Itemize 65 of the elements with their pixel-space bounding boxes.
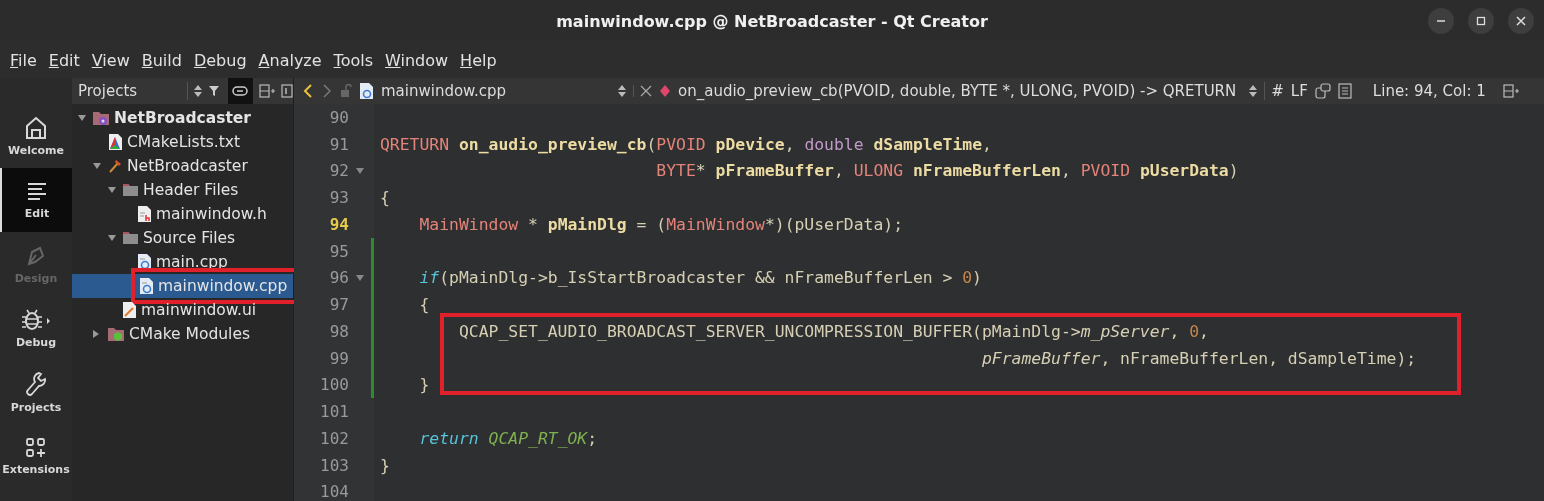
menu-item[interactable]: Analyze bbox=[252, 50, 328, 70]
line-number: 99 bbox=[329, 348, 349, 368]
line-number: 95 bbox=[329, 241, 349, 261]
line-number: 92 bbox=[329, 161, 349, 181]
code-line: if(pMainDlg->b_IsStartBroadcaster && nFrameBufferLen > 0) bbox=[418, 268, 982, 288]
tree-item[interactable]: mainwindow.ui bbox=[72, 298, 293, 322]
tree-label: main.cpp bbox=[156, 253, 228, 271]
line-number: 97 bbox=[329, 295, 349, 315]
tree-label: CMake Modules bbox=[129, 325, 251, 343]
tree-label: mainwindow.h bbox=[156, 205, 267, 223]
line-number: 100 bbox=[320, 375, 349, 395]
mode-button[interactable]: Extensions bbox=[0, 424, 72, 488]
code-line: MainWindow * pMainDlg = (MainWindow*)(pUserData); bbox=[418, 214, 904, 234]
code-line: { bbox=[418, 295, 430, 315]
line-number: 91 bbox=[329, 134, 349, 154]
encoding-button[interactable]: # bbox=[1264, 82, 1284, 100]
line-ending-button[interactable]: LF bbox=[1290, 82, 1308, 100]
code-line: return QCAP_RT_OK; bbox=[418, 428, 598, 448]
tree-item[interactable]: NetBroadcaster bbox=[72, 106, 293, 130]
window-title: mainwindow.cpp @ NetBroadcaster - Qt Creator bbox=[556, 11, 988, 31]
symbol-selector[interactable]: on_audio_preview_cb(PVOID, double, BYTE *, ULONG, PVOID) -> QRETURN bbox=[678, 82, 1237, 100]
tree-label: CMakeLists.txt bbox=[127, 133, 241, 151]
code-line: QCAP_SET_AUDIO_BROADCAST_SERVER_UNCOMPRESSION_BUFFER(pMainDlg->m_pServer, 0, bbox=[457, 321, 1209, 341]
tree-item[interactable]: CMake Modules bbox=[72, 322, 293, 346]
line-number: 104 bbox=[320, 482, 349, 501]
line-number: 98 bbox=[329, 321, 349, 341]
menu-item[interactable]: Window bbox=[379, 50, 455, 70]
menu-item[interactable]: Build bbox=[135, 50, 188, 70]
tree-item[interactable]: main.cpp bbox=[72, 250, 293, 274]
menu-item[interactable]: File bbox=[4, 50, 43, 70]
tree-item[interactable]: Source Files bbox=[72, 226, 293, 250]
menu-item[interactable]: Help bbox=[454, 50, 503, 70]
tree-label: NetBroadcaster bbox=[114, 109, 251, 127]
tree-label: mainwindow.ui bbox=[141, 301, 257, 319]
line-number: 96 bbox=[329, 268, 349, 288]
line-number: 94 bbox=[329, 214, 349, 234]
code-line: { bbox=[380, 188, 390, 208]
line-number: 103 bbox=[320, 455, 349, 475]
tree-item[interactable]: Header Files bbox=[72, 178, 293, 202]
tree-label: Source Files bbox=[143, 229, 236, 247]
tree-item[interactable]: CMakeLists.txt bbox=[72, 130, 293, 154]
menu-item[interactable]: Edit bbox=[42, 50, 86, 70]
tree-item[interactable]: mainwindow.h bbox=[72, 202, 293, 226]
tree-item[interactable]: NetBroadcaster bbox=[72, 154, 293, 178]
line-number: 101 bbox=[320, 402, 349, 422]
mode-button[interactable]: Welcome bbox=[0, 104, 72, 168]
code-line: QRETURN on_audio_preview_cb(PVOID pDevice, double dSampleTime, bbox=[380, 134, 992, 154]
code-line: BYTE* pFrameBuffer, ULONG nFrameBufferLen, PVOID pUserData) bbox=[655, 161, 1239, 181]
code-line: } bbox=[380, 455, 390, 475]
menu-item[interactable]: Tools bbox=[327, 50, 379, 70]
code-line: pFrameBuffer, nFrameBufferLen, dSampleTime); bbox=[980, 348, 1417, 368]
menu-item[interactable]: View bbox=[85, 50, 136, 70]
cursor-position[interactable]: Line: 94, Col: 1 bbox=[1372, 82, 1486, 100]
line-number: 93 bbox=[329, 188, 349, 208]
line-number: 102 bbox=[320, 428, 349, 448]
tree-label: mainwindow.cpp bbox=[158, 277, 288, 295]
open-file-selector[interactable]: mainwindow.cpp bbox=[381, 82, 611, 100]
mode-button[interactable]: Projects bbox=[0, 360, 72, 424]
tree-label: Header Files bbox=[143, 181, 239, 199]
line-number: 90 bbox=[329, 107, 349, 127]
code-line: } bbox=[418, 375, 430, 395]
tree-label: NetBroadcaster bbox=[127, 157, 248, 175]
menu-item[interactable]: Debug bbox=[187, 50, 253, 70]
mode-button[interactable]: Edit bbox=[0, 168, 72, 232]
mode-button[interactable]: Debug bbox=[0, 296, 72, 360]
